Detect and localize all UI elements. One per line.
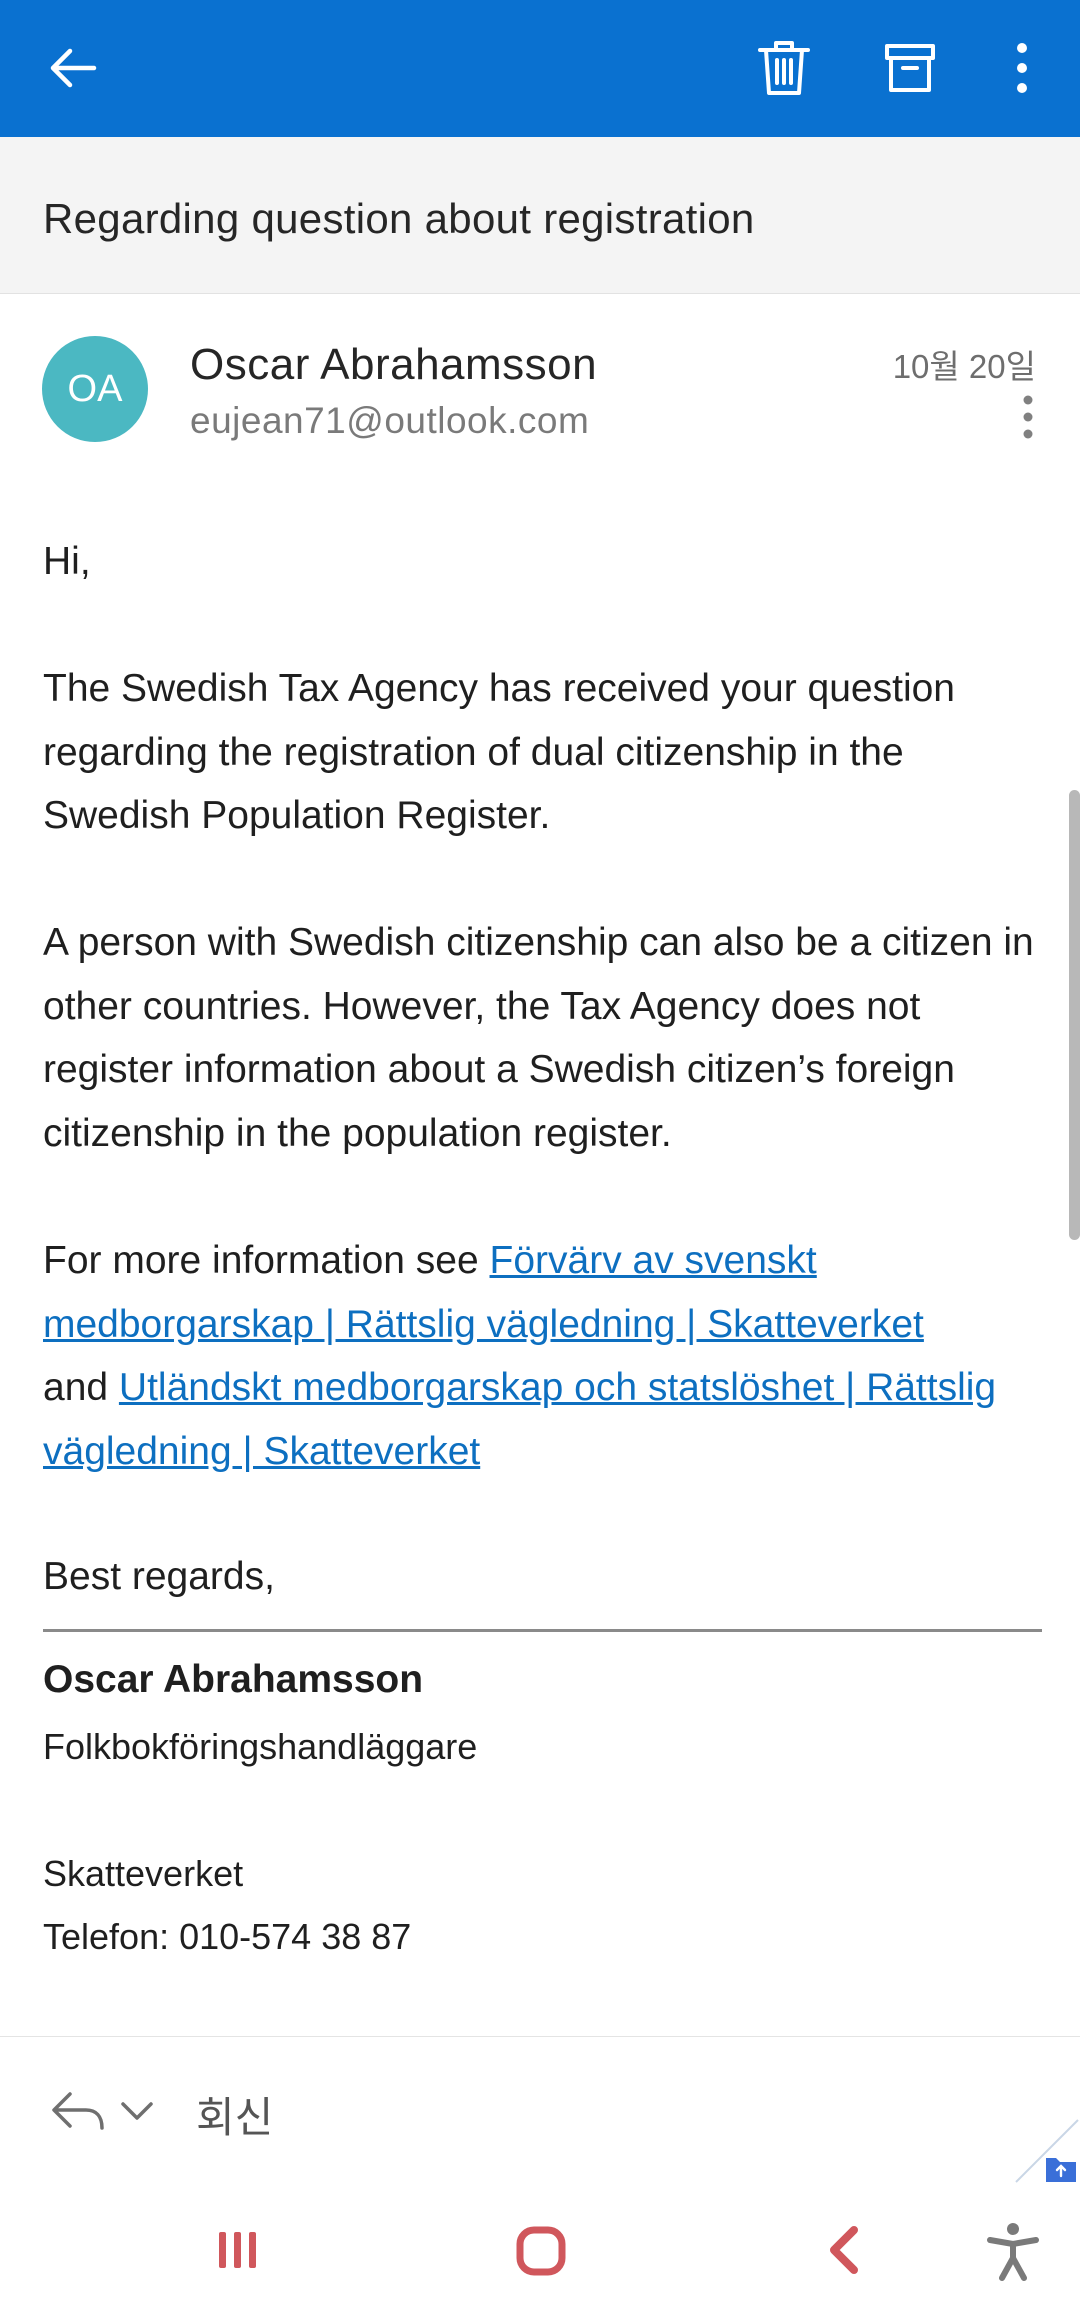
floating-folder-handle[interactable]	[1010, 2112, 1080, 2189]
email-paragraph-2: A person with Swedish citizenship can al…	[43, 921, 1034, 1155]
scrollbar-thumb[interactable]	[1069, 790, 1080, 1240]
signature-name: Oscar Abrahamsson	[43, 1658, 424, 1701]
signature-title: Folkbokföringshandläggare	[43, 1726, 478, 1767]
back-arrow-icon	[50, 48, 97, 88]
reply-label[interactable]: 회신	[196, 2084, 273, 2145]
reply-icon	[52, 2092, 104, 2130]
recent-apps-icon	[219, 2232, 256, 2268]
link-utlandskt-medborgarskap[interactable]: Utländskt medborgarskap och statslöshet …	[43, 1366, 996, 1473]
recent-apps-button[interactable]	[214, 2226, 262, 2279]
reply-options-button[interactable]	[118, 2096, 156, 2131]
home-button[interactable]	[514, 2224, 568, 2283]
reply-button[interactable]	[50, 2088, 106, 2139]
archive-button[interactable]	[872, 30, 948, 106]
more-vertical-icon	[1017, 43, 1027, 93]
home-icon	[516, 2226, 566, 2276]
sender-more-button[interactable]	[1010, 392, 1046, 442]
chevron-down-icon	[121, 2102, 153, 2120]
sender-email[interactable]: eujean71@outlook.com	[190, 400, 589, 442]
back-button[interactable]	[34, 30, 110, 106]
avatar-initials: OA	[67, 367, 123, 410]
system-back-button[interactable]	[820, 2224, 868, 2281]
accessibility-button[interactable]	[984, 2220, 1042, 2287]
para3-prefix: For more information see	[43, 1239, 490, 1282]
signature-org: Skatteverket	[43, 1853, 244, 1894]
email-subject: Regarding question about registration	[43, 195, 755, 242]
para3-middle: and	[43, 1366, 119, 1409]
sender-avatar[interactable]: OA	[42, 336, 148, 442]
email-greeting: Hi,	[43, 540, 91, 583]
sender-name[interactable]: Oscar Abrahamsson	[190, 340, 597, 390]
signature-phone: Telefon: 010-574 38 87	[43, 1916, 412, 1957]
app-bar	[0, 0, 1080, 137]
delete-button[interactable]	[746, 30, 822, 106]
email-date: 10월 20일	[892, 348, 1036, 385]
archive-icon	[885, 44, 935, 92]
email-closing: Best regards,	[43, 1555, 275, 1598]
folder-icon	[1015, 2119, 1079, 2183]
signature-divider	[43, 1629, 1042, 1632]
back-icon	[830, 2226, 858, 2274]
more-options-button[interactable]	[984, 30, 1060, 106]
email-paragraph-3: For more information see Förvärv av sven…	[43, 1229, 1043, 1483]
subject-header: Regarding question about registration	[0, 137, 1080, 294]
reply-bar	[0, 2036, 1080, 2197]
accessibility-icon	[987, 2223, 1039, 2281]
email-paragraph-1: The Swedish Tax Agency has received your…	[43, 667, 955, 837]
more-vertical-icon	[1023, 395, 1033, 439]
trash-icon	[758, 41, 810, 95]
